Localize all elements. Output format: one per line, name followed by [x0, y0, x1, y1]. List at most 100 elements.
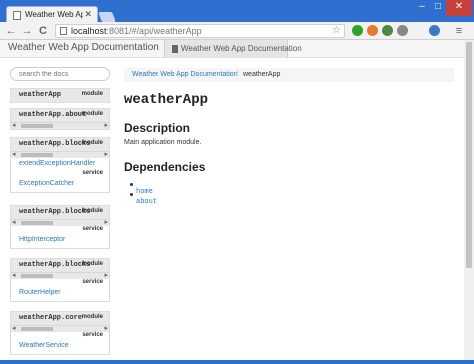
close-window-button[interactable]: ✕	[446, 0, 472, 16]
service-link[interactable]: WeatherService	[19, 342, 69, 349]
module-header[interactable]: weatherApp.blocks module	[11, 206, 109, 219]
breadcrumb-current: weatherApp	[243, 71, 281, 78]
dependency-link[interactable]: about	[136, 198, 157, 206]
scrollbar-thumb[interactable]	[21, 274, 53, 278]
module-type: module	[81, 140, 103, 146]
extension-icon-5[interactable]	[429, 25, 440, 36]
service-link[interactable]: extendExceptionHandler	[19, 160, 95, 167]
bookmark-star-icon[interactable]: ☆	[332, 25, 341, 36]
service-row: extendExceptionHandler	[11, 158, 109, 170]
app-brand[interactable]: Weather Web App Documentation	[8, 42, 159, 53]
module-type: module	[81, 208, 103, 214]
dependencies-list: home about	[130, 180, 157, 206]
module-card: weatherApp.core module ◂ ▸ service Weath…	[10, 311, 110, 355]
module-name: weatherApp	[19, 91, 62, 99]
scroll-left-icon[interactable]: ◂	[12, 150, 16, 158]
page-scrollbar-thumb[interactable]	[466, 42, 472, 268]
module-header[interactable]: weatherApp.about module	[11, 109, 109, 122]
browser-toolbar: ← → C localhost:8081/#/api/weatherApp ☆ …	[0, 22, 474, 40]
module-header[interactable]: weatherApp.core module	[11, 312, 109, 325]
maximize-button[interactable]: □	[430, 0, 446, 16]
module-name: weatherApp.blocks	[19, 261, 91, 269]
list-item: home	[130, 180, 157, 196]
scroll-left-icon[interactable]: ◂	[12, 271, 16, 279]
scroll-right-icon[interactable]: ▸	[104, 150, 108, 158]
service-type: service	[82, 170, 103, 176]
module-card: weatherApp.about module ◂ ▸	[10, 108, 110, 130]
module-name: weatherApp.blocks	[19, 208, 91, 216]
scroll-left-icon[interactable]: ◂	[12, 218, 16, 226]
scroll-left-icon[interactable]: ◂	[12, 324, 16, 332]
horizontal-scrollbar[interactable]: ◂ ▸	[11, 272, 109, 279]
window-titlebar: Weather Web App Docum ✕ – □ ✕	[0, 0, 474, 24]
nav-tab-label: Weather Web App Documentation	[181, 44, 302, 53]
scrollbar-thumb[interactable]	[21, 327, 53, 331]
scroll-right-icon[interactable]: ▸	[104, 218, 108, 226]
module-name: weatherApp.about	[19, 111, 87, 119]
app-navbar: Weather Web App Documentation Weather We…	[0, 40, 464, 58]
scrollbar-thumb[interactable]	[21, 221, 53, 225]
forward-button[interactable]: →	[20, 24, 34, 38]
back-button[interactable]: ←	[4, 24, 18, 38]
scroll-right-icon[interactable]: ▸	[104, 121, 108, 129]
module-header[interactable]: weatherApp.blocks module	[11, 259, 109, 272]
url-text: localhost:8081/#/api/weatherApp	[71, 26, 202, 36]
minimize-button[interactable]: –	[414, 0, 430, 16]
service-row: service WeatherService	[11, 332, 109, 354]
module-name: weatherApp.blocks	[19, 140, 91, 148]
breadcrumb-link[interactable]: Weather Web App Documentation	[132, 71, 238, 78]
dependencies-heading: Dependencies	[124, 160, 206, 174]
module-header[interactable]: weatherApp module	[11, 89, 109, 102]
module-type: module	[81, 111, 103, 117]
module-card: weatherApp.blocks module ◂ ▸ extendExcep…	[10, 137, 110, 193]
window-border	[0, 360, 474, 364]
module-type: module	[81, 91, 103, 97]
module-card: weatherApp.blocks module ◂ ▸ service Rou…	[10, 258, 110, 302]
horizontal-scrollbar[interactable]: ◂ ▸	[11, 325, 109, 332]
module-card: weatherApp module	[10, 88, 110, 103]
horizontal-scrollbar[interactable]: ◂ ▸	[11, 219, 109, 226]
scrollbar-thumb[interactable]	[21, 124, 53, 128]
description-text: Main application module.	[124, 139, 202, 146]
service-link[interactable]: ExceptionCatcher	[19, 180, 74, 187]
service-row: service ExceptionCatcher	[11, 170, 109, 192]
extension-icon-2[interactable]	[367, 25, 378, 36]
breadcrumb-separator: /	[236, 71, 238, 78]
horizontal-scrollbar[interactable]: ◂ ▸	[11, 151, 109, 158]
nav-tab-docs[interactable]: Weather Web App Documentation	[164, 40, 302, 58]
page-content: Weather Web App Documentation Weather We…	[0, 40, 464, 364]
service-row: service RouterHelper	[11, 279, 109, 301]
extension-icon-1[interactable]	[352, 25, 363, 36]
service-type: service	[82, 332, 103, 338]
book-icon	[172, 45, 178, 53]
browser-menu-icon[interactable]: ≡	[452, 24, 466, 38]
close-tab-icon[interactable]: ✕	[84, 9, 92, 20]
horizontal-scrollbar[interactable]: ◂ ▸	[11, 122, 109, 129]
list-item: about	[130, 190, 157, 206]
breadcrumb: Weather Web App Documentation / weatherA…	[124, 68, 454, 82]
tab-title: Weather Web App Docum	[25, 10, 83, 19]
module-header[interactable]: weatherApp.blocks module	[11, 138, 109, 151]
module-card: weatherApp.blocks module ◂ ▸ service Htt…	[10, 205, 110, 249]
url-host: localhost	[71, 26, 107, 36]
new-tab-button[interactable]	[98, 12, 116, 22]
search-input[interactable]	[10, 67, 110, 81]
module-name: weatherApp.core	[19, 314, 83, 322]
extension-icon-3[interactable]	[382, 25, 393, 36]
extension-icon-4[interactable]	[397, 25, 408, 36]
scroll-right-icon[interactable]: ▸	[104, 271, 108, 279]
scrollbar-thumb[interactable]	[21, 153, 53, 157]
scroll-right-icon[interactable]: ▸	[104, 324, 108, 332]
page-scrollbar[interactable]	[464, 40, 474, 364]
service-link[interactable]: HttpInterceptor	[19, 236, 65, 243]
service-link[interactable]: RouterHelper	[19, 289, 61, 296]
address-bar[interactable]: localhost:8081/#/api/weatherApp ☆	[55, 24, 345, 38]
service-type: service	[82, 279, 103, 285]
reload-button[interactable]: C	[36, 24, 50, 38]
page-icon	[60, 27, 67, 35]
service-row: service HttpInterceptor	[11, 226, 109, 248]
description-heading: Description	[124, 121, 191, 135]
scroll-left-icon[interactable]: ◂	[12, 121, 16, 129]
module-type: module	[81, 261, 103, 267]
service-type: service	[82, 226, 103, 232]
